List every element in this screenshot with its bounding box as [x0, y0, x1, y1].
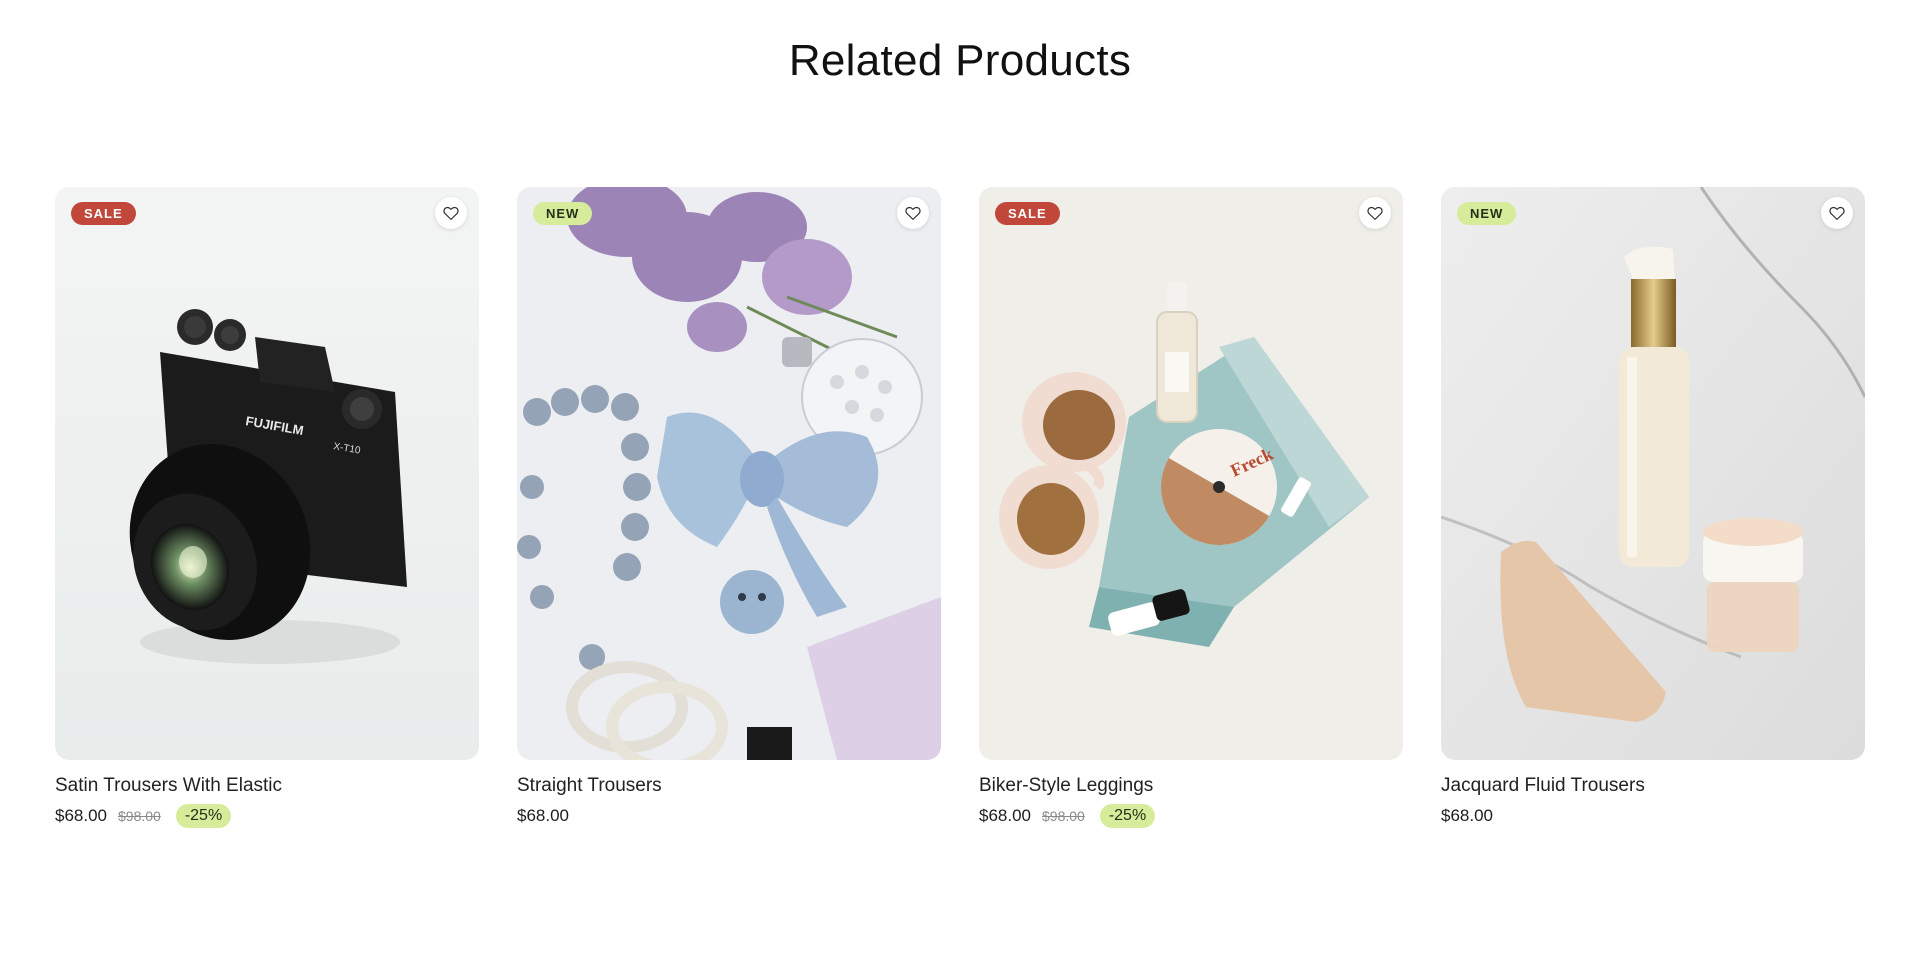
product-grid: FUJIFILM X-T10 SALE Satin Trousers With … — [55, 187, 1865, 829]
product-card[interactable]: Freck SALE Biker-Style Leggings $68.00 $… — [979, 187, 1403, 829]
new-badge: NEW — [533, 202, 593, 225]
product-image[interactable]: NEW — [1441, 187, 1865, 760]
product-image[interactable]: Freck SALE — [979, 187, 1403, 760]
product-price: $68.00 — [55, 806, 107, 825]
bottle-tube-jar-photo — [1441, 187, 1865, 760]
wishlist-button[interactable] — [435, 197, 467, 229]
heart-icon — [443, 206, 459, 220]
wishlist-button[interactable] — [1821, 197, 1853, 229]
sunglasses-cosmetics-photo: Freck — [979, 187, 1403, 760]
product-price: $68.00 — [1441, 806, 1493, 825]
product-image[interactable]: FUJIFILM X-T10 SALE — [55, 187, 479, 760]
product-image[interactable]: NEW — [517, 187, 941, 760]
camera-photo: FUJIFILM X-T10 — [55, 187, 479, 760]
price-row: $68.00 — [517, 803, 941, 829]
sale-badge: SALE — [995, 202, 1060, 225]
product-price: $68.00 — [979, 806, 1031, 825]
product-name[interactable]: Straight Trousers — [517, 774, 941, 798]
new-badge: NEW — [1457, 202, 1517, 225]
compare-price: $98.00 — [1042, 808, 1085, 824]
discount-badge: -25% — [1099, 804, 1156, 828]
heart-icon — [1367, 206, 1383, 220]
section-title: Related Products — [788, 36, 1132, 85]
wishlist-button[interactable] — [1359, 197, 1391, 229]
price-row: $68.00 — [1441, 803, 1865, 829]
product-card[interactable]: NEW Straight Trousers $68.00 — [517, 187, 941, 829]
product-name[interactable]: Satin Trousers With Elastic — [55, 774, 479, 798]
price-row: $68.00 $98.00 -25% — [979, 803, 1403, 829]
product-price: $68.00 — [517, 806, 569, 825]
wishlist-button[interactable] — [897, 197, 929, 229]
bow-perfume-photo — [517, 187, 941, 760]
product-card[interactable]: NEW Jacquard Fluid Trousers $68.00 — [1441, 187, 1865, 829]
price-row: $68.00 $98.00 -25% — [55, 803, 479, 829]
compare-price: $98.00 — [118, 808, 161, 824]
product-card[interactable]: FUJIFILM X-T10 SALE Satin Trousers With … — [55, 187, 479, 829]
heart-icon — [905, 206, 921, 220]
heart-icon — [1829, 206, 1845, 220]
product-name[interactable]: Biker-Style Leggings — [979, 774, 1403, 798]
sale-badge: SALE — [71, 202, 136, 225]
discount-badge: -25% — [175, 804, 232, 828]
product-name[interactable]: Jacquard Fluid Trousers — [1441, 774, 1865, 798]
